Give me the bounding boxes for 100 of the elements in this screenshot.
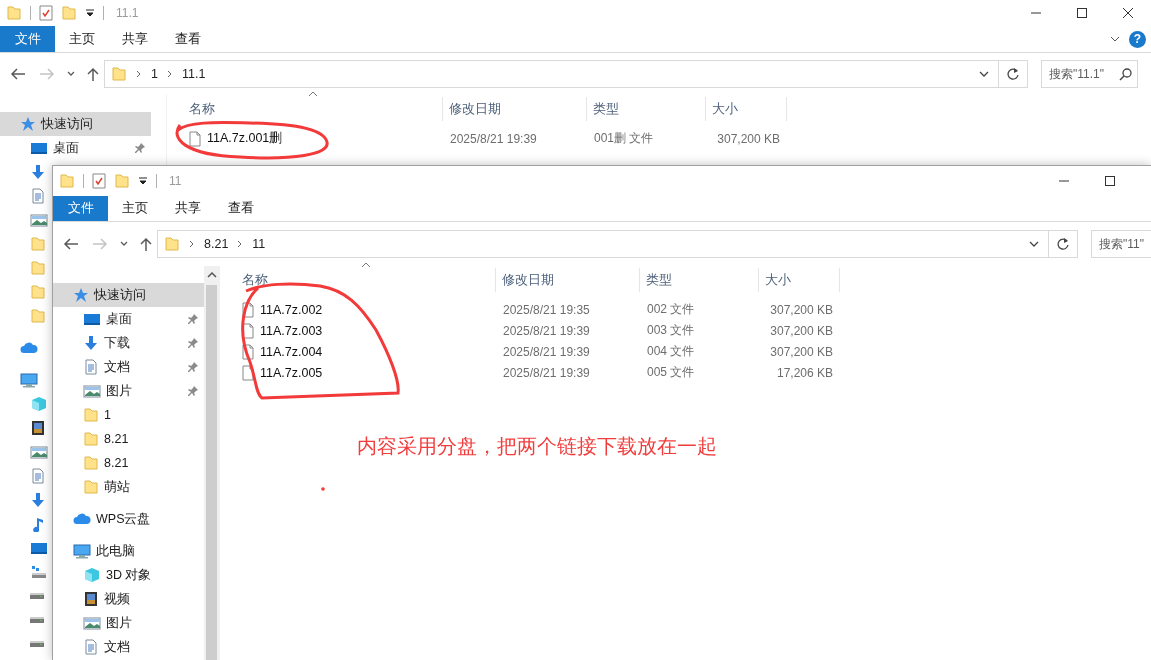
close-icon[interactable]	[1122, 7, 1134, 19]
size-cell-text: 17,206 KB	[775, 365, 834, 380]
picture-icon	[30, 212, 48, 228]
sidebar-item[interactable]: 图片	[53, 611, 204, 635]
sidebar-item[interactable]: 图片	[53, 379, 204, 403]
refresh-icon	[1006, 67, 1020, 81]
ribbon-tab[interactable]: 文件	[0, 26, 55, 52]
file-icon	[242, 343, 254, 360]
file-icon	[242, 322, 254, 339]
ribbon-tab[interactable]: 文件	[53, 196, 108, 221]
scrollbar[interactable]	[204, 266, 219, 660]
picture-icon	[83, 615, 101, 631]
up-icon[interactable]	[138, 236, 154, 252]
dropdown-icon[interactable]	[138, 176, 148, 186]
ribbon-tab[interactable]: 查看	[214, 196, 267, 221]
sidebar-item[interactable]: WPS云盘	[53, 507, 204, 531]
sidebar-item[interactable]: 桌面	[53, 307, 204, 331]
search-field[interactable]: 搜索"11"	[1091, 230, 1151, 258]
breadcrumb[interactable]: 11	[252, 237, 266, 251]
sidebar-item[interactable]: 下载	[53, 331, 204, 355]
up-icon[interactable]	[85, 66, 101, 82]
maximize-icon[interactable]	[1104, 175, 1116, 187]
ribbon-tab[interactable]: 共享	[108, 26, 161, 52]
column-header[interactable]: 名称	[236, 268, 496, 292]
chevron-right-icon[interactable]	[135, 69, 143, 79]
column-header[interactable]: 类型	[640, 268, 759, 292]
download-icon	[30, 164, 46, 180]
sidebar-item[interactable]: 视频	[53, 587, 204, 611]
address-bar[interactable]: 8.21 11	[157, 230, 1049, 258]
sidebar-item[interactable]: 8.21	[53, 427, 204, 451]
refresh-button[interactable]	[1049, 230, 1078, 258]
checklist-icon[interactable]	[39, 5, 53, 21]
file-name[interactable]: 11A.7z.002	[236, 301, 496, 318]
dropdown-icon[interactable]	[85, 8, 95, 18]
scroll-up-icon[interactable]	[206, 270, 217, 279]
ribbon-tab[interactable]: 主页	[108, 196, 161, 221]
document-icon	[30, 468, 46, 484]
desktop-icon	[83, 311, 101, 327]
annotation-note: 内容采用分盘，把两个链接下载放在一起	[357, 434, 717, 459]
date-cell-text: 2025/8/21 19:39	[449, 131, 538, 146]
back-icon[interactable]	[61, 236, 81, 252]
picture-icon	[30, 444, 48, 460]
ribbon-tab[interactable]: 共享	[161, 196, 214, 221]
column-header[interactable]: 类型	[587, 97, 706, 121]
column-header[interactable]: 大小	[706, 97, 787, 121]
folder-icon	[30, 260, 46, 276]
file-name[interactable]: 11A.7z.005	[236, 364, 496, 381]
column-header[interactable]: 大小	[759, 268, 840, 292]
address-bar[interactable]: 1 11.1	[104, 60, 999, 88]
sidebar-item[interactable]: 3D 对象	[53, 563, 204, 587]
type-cell-text: 002 文件	[646, 301, 696, 318]
ribbon-tab[interactable]: 主页	[55, 26, 108, 52]
sidebar-item[interactable]: 快速访问	[53, 283, 204, 307]
film-icon	[83, 591, 99, 607]
type-cell-text: 005 文件	[646, 364, 696, 381]
back-icon[interactable]	[8, 66, 28, 82]
date-cell-text: 2025/8/21 19:39	[502, 365, 591, 380]
network-drive-icon	[30, 564, 48, 580]
star-icon	[20, 116, 36, 132]
size-cell-text: 307,200 KB	[769, 323, 834, 338]
sidebar-item[interactable]: 快速访问	[0, 112, 151, 136]
column-header[interactable]: 名称	[183, 97, 443, 121]
checklist-icon[interactable]	[92, 173, 106, 189]
download-icon	[83, 335, 99, 351]
chevron-right-icon[interactable]	[188, 239, 196, 249]
sidebar-item[interactable]: 此电脑	[53, 539, 204, 563]
desktop-icon	[30, 140, 48, 156]
breadcrumb[interactable]: 11.1	[181, 67, 206, 81]
sidebar-item[interactable]: 文档	[53, 635, 204, 659]
folder-icon	[30, 284, 46, 300]
column-header[interactable]: 修改日期	[443, 97, 587, 121]
search-field[interactable]: 搜索"11.1"	[1041, 60, 1138, 88]
file-name[interactable]: 11A.7z.001删	[183, 130, 443, 147]
cube-icon	[30, 396, 48, 412]
help-button[interactable]: ?	[1129, 30, 1146, 48]
breadcrumb[interactable]: 8.21	[204, 237, 229, 251]
breadcrumb[interactable]: 1	[151, 67, 158, 81]
sidebar-item[interactable]: 文档	[53, 355, 204, 379]
date-cell-text: 2025/8/21 19:39	[502, 344, 591, 359]
size-cell-text: 307,200 KB	[716, 131, 781, 146]
size-cell-text: 307,200 KB	[769, 344, 834, 359]
drive-icon	[30, 641, 44, 647]
sidebar-item[interactable]: 8.21	[53, 451, 204, 475]
ribbon-tab[interactable]: 查看	[161, 26, 214, 52]
folder-icon	[83, 431, 99, 447]
chevron-right-icon[interactable]	[165, 69, 174, 79]
sidebar-item[interactable]: 1	[53, 403, 204, 427]
sidebar-item[interactable]: 桌面	[0, 136, 151, 160]
file-name[interactable]: 11A.7z.004	[236, 343, 496, 360]
picture-icon	[83, 383, 101, 399]
computer-icon	[20, 372, 38, 388]
refresh-button[interactable]	[999, 60, 1028, 88]
file-name[interactable]: 11A.7z.003	[236, 322, 496, 339]
maximize-icon[interactable]	[1076, 7, 1088, 19]
type-cell-text: 001删 文件	[593, 130, 655, 147]
file-icon	[189, 130, 201, 147]
star-icon	[73, 287, 89, 303]
sidebar-item[interactable]: 萌站	[53, 475, 204, 499]
type-cell-text: 004 文件	[646, 343, 696, 360]
column-header[interactable]: 修改日期	[496, 268, 640, 292]
